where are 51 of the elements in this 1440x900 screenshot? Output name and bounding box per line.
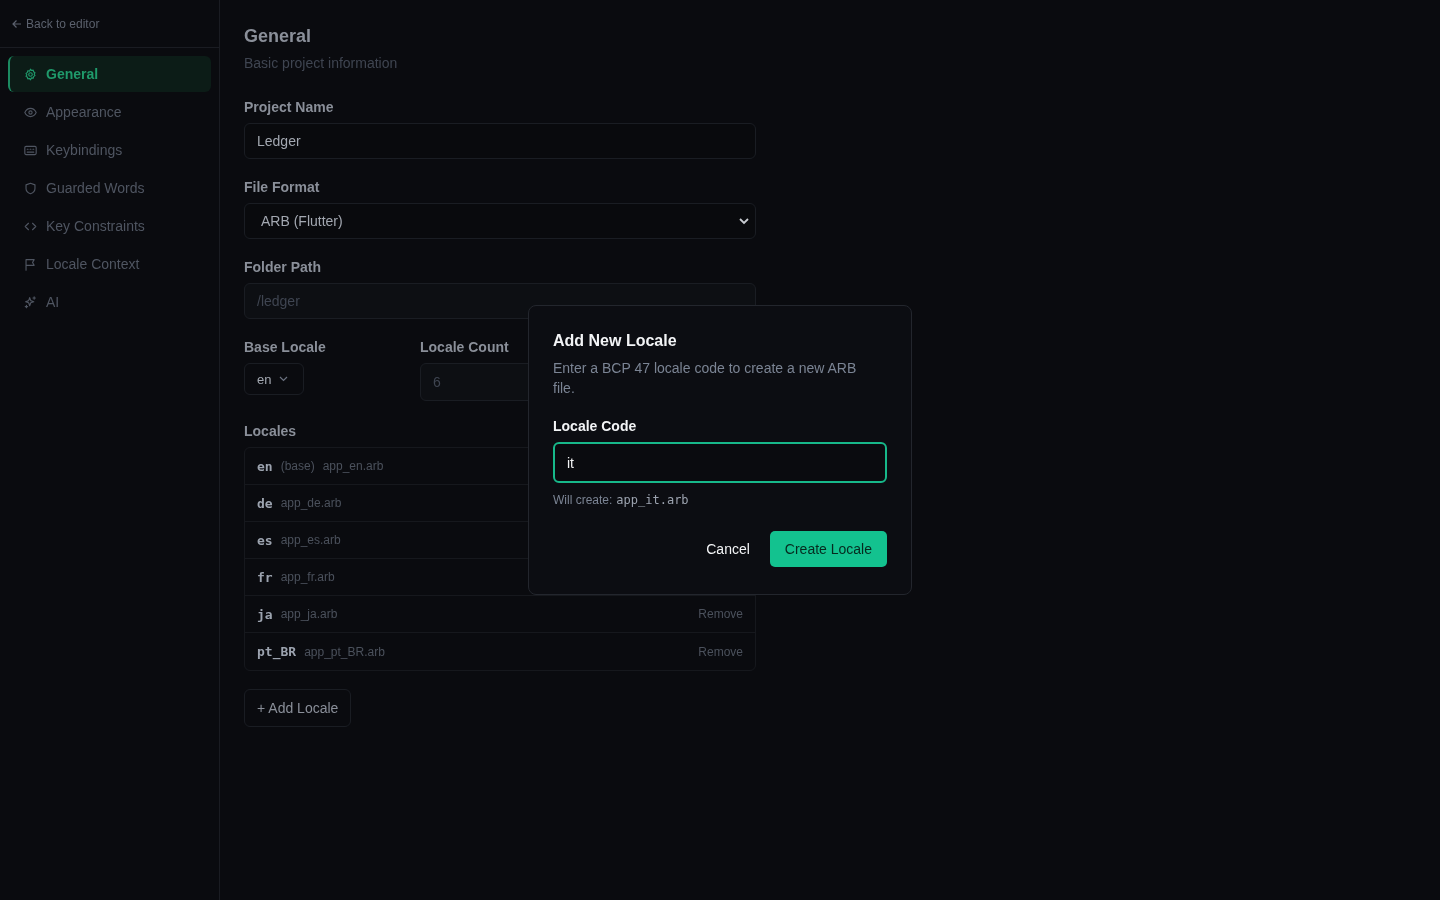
sparkle-icon — [24, 295, 37, 309]
arrow-left-icon — [12, 18, 22, 29]
section-subtitle: Basic project information — [244, 55, 399, 71]
sidebar-item[interactable]: Keybindings — [8, 132, 211, 168]
eye-icon — [24, 105, 37, 119]
keyboard-icon — [24, 143, 37, 157]
back-link[interactable]: Back to editor — [12, 16, 100, 31]
sidebar-item[interactable]: Locale Context — [8, 246, 211, 282]
sidebar-item[interactable]: Key Constraints — [8, 208, 211, 244]
locale-file: app_fr.arb — [280, 570, 335, 584]
remove-link[interactable]: Remove — [698, 644, 743, 659]
field-label: Project Name — [244, 99, 334, 115]
shield-icon — [24, 181, 37, 195]
field-label: Locales — [244, 423, 297, 439]
locale-file: app_es.arb — [280, 533, 341, 547]
locale-code: es — [257, 532, 273, 548]
add-locale-button[interactable]: + Add Locale — [244, 689, 352, 727]
section-title: General — [244, 26, 313, 47]
sidebar-item[interactable]: AI — [8, 284, 211, 320]
locale-file: app_en.arb — [322, 459, 384, 473]
flag-icon — [24, 257, 37, 271]
field-label: Base Locale — [244, 339, 326, 355]
locale-file: app_ja.arb — [280, 607, 338, 621]
gear-icon — [24, 67, 37, 81]
hint-text: Will create: — [553, 493, 613, 507]
remove-link[interactable]: Remove — [698, 607, 743, 621]
file-name: app_it.arb — [616, 493, 689, 507]
base-tag: (base) — [280, 459, 315, 473]
sidebar-item[interactable]: General — [8, 56, 211, 92]
locale-file: app_de.arb — [280, 496, 342, 510]
sidebar-item[interactable]: Guarded Words — [8, 170, 211, 206]
base-locale-dropdown[interactable]: en — [244, 363, 304, 395]
field-label: Locale Code — [553, 418, 638, 434]
locale-code: ja — [257, 606, 273, 622]
locale-file: app_pt_BR.arb — [304, 644, 385, 659]
locale-code: de — [257, 495, 273, 511]
locale-code-field[interactable]: it — [553, 442, 887, 483]
locale-code: fr — [257, 569, 273, 585]
sidebar-item[interactable]: Appearance — [8, 94, 211, 130]
field-label: Locale Count — [420, 339, 509, 355]
locale-code: en — [257, 458, 273, 474]
create-locale-button[interactable]: Create Locale — [769, 531, 887, 567]
chevron-down-icon — [279, 376, 289, 382]
field-label: Folder Path — [244, 259, 321, 275]
project-name-field[interactable]: Ledger — [244, 123, 756, 159]
dialog-title: Add New Locale — [553, 332, 678, 350]
locale-code: pt_BR — [257, 644, 297, 659]
file-format-dropdown[interactable]: ARB (Flutter) — [244, 203, 756, 239]
cancel-button[interactable]: Cancel — [694, 531, 762, 567]
chevron-down-icon — [739, 217, 749, 225]
field-label: File Format — [244, 179, 320, 195]
